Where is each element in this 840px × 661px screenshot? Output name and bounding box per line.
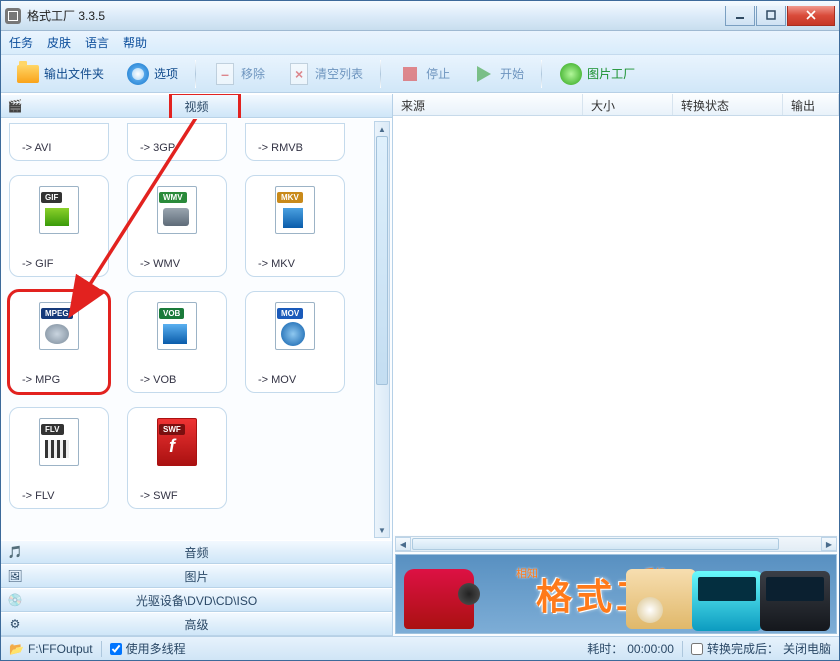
category-stack: 🎵 音频 🖼 图片 💿 光驱设备\DVD\CD\ISO ⚙ 高级 — [1, 540, 392, 636]
app-window: 格式工厂 3.3.5 任务 皮肤 语言 帮助 输出文件夹 选项 – 移除 × 清… — [0, 0, 840, 661]
folder-open-icon: 📂 — [9, 642, 24, 656]
after-done-segment[interactable]: 转换完成后： 关闭电脑 — [683, 637, 839, 660]
camcorder-graphic — [404, 569, 474, 629]
close-button[interactable] — [787, 6, 835, 26]
title-bar[interactable]: 格式工厂 3.3.5 — [1, 1, 839, 31]
stop-button[interactable]: 停止 — [389, 58, 459, 90]
banner-small-text-1: 相知 — [516, 565, 538, 581]
left-panel: 🎬 视频 -> AVI -> 3GP -> RMVB GIF — [1, 94, 393, 636]
clear-list-button[interactable]: × 清空列表 — [278, 58, 372, 90]
output-folder-label: 输出文件夹 — [44, 65, 104, 82]
right-panel: 来源 大小 转换状态 输出 [F2] ◀ ▶ 相知 格式工厂 手机 — [393, 94, 839, 636]
col-source[interactable]: 来源 — [393, 94, 583, 115]
menu-help[interactable]: 帮助 — [123, 34, 147, 51]
audio-icon: 🎵 — [1, 545, 29, 559]
options-label: 选项 — [154, 65, 178, 82]
folder-icon — [16, 62, 40, 86]
category-advanced-tab[interactable]: ⚙ 高级 — [1, 612, 392, 636]
after-done-checkbox[interactable] — [691, 643, 703, 655]
phone-graphic-2 — [760, 571, 830, 631]
category-audio-tab[interactable]: 🎵 音频 — [1, 540, 392, 564]
maximize-button[interactable] — [756, 6, 786, 26]
clear-list-label: 清空列表 — [315, 65, 363, 82]
main-area: 🎬 视频 -> AVI -> 3GP -> RMVB GIF — [1, 93, 839, 636]
picture-factory-label: 图片工厂 — [587, 65, 635, 82]
picture-icon: 🖼 — [1, 569, 29, 583]
menu-language[interactable]: 语言 — [85, 34, 109, 51]
advanced-icon: ⚙ — [1, 617, 29, 631]
mp3-graphic — [626, 569, 696, 629]
elapsed-value: 00:00:00 — [627, 642, 674, 656]
output-folder-button[interactable]: 输出文件夹 — [7, 58, 113, 90]
output-path-segment[interactable]: 📂 F:\FFOutput — [1, 637, 101, 660]
col-output[interactable]: 输出 [F2] — [783, 94, 839, 115]
remove-label: 移除 — [241, 65, 265, 82]
elapsed-label: 耗时： — [587, 640, 623, 657]
scroll-down-arrow[interactable]: ▼ — [375, 523, 389, 537]
category-picture-tab[interactable]: 🖼 图片 — [1, 564, 392, 588]
multithread-label: 使用多线程 — [126, 640, 186, 657]
status-bar: 📂 F:\FFOutput 使用多线程 耗时： 00:00:00 转换完成后： … — [1, 636, 839, 660]
category-advanced-label: 高级 — [29, 616, 392, 633]
play-icon — [472, 62, 496, 86]
start-label: 开始 — [500, 65, 524, 82]
scroll-left-arrow[interactable]: ◀ — [395, 537, 411, 551]
list-header: 来源 大小 转换状态 输出 [F2] — [393, 94, 839, 116]
globe-icon — [559, 62, 583, 86]
phone-graphic-1 — [692, 571, 762, 631]
stop-label: 停止 — [426, 65, 450, 82]
list-body[interactable] — [393, 116, 839, 535]
scroll-right-arrow[interactable]: ▶ — [821, 537, 837, 551]
video-icon: 🎬 — [1, 99, 29, 113]
category-disc-label: 光驱设备\DVD\CD\ISO — [29, 592, 392, 609]
remove-icon: – — [213, 62, 237, 86]
tiles-area: -> AVI -> 3GP -> RMVB GIF -> GIF WMV -> — [1, 118, 392, 540]
start-button[interactable]: 开始 — [463, 58, 533, 90]
window-title: 格式工厂 3.3.5 — [27, 7, 725, 24]
toolbar: 输出文件夹 选项 – 移除 × 清空列表 停止 开始 图片工厂 — [1, 55, 839, 93]
category-video-tab[interactable]: 🎬 视频 — [1, 94, 392, 118]
multithread-checkbox[interactable] — [110, 643, 122, 655]
menu-bar: 任务 皮肤 语言 帮助 — [1, 31, 839, 55]
category-picture-label: 图片 — [29, 568, 392, 585]
menu-skin[interactable]: 皮肤 — [47, 34, 71, 51]
stop-icon — [398, 62, 422, 86]
separator — [380, 60, 381, 88]
window-controls — [725, 6, 835, 26]
horizontal-scrollbar[interactable]: ◀ ▶ — [395, 536, 837, 552]
separator — [541, 60, 542, 88]
elapsed-segment: 耗时： 00:00:00 — [579, 637, 682, 660]
picture-factory-button[interactable]: 图片工厂 — [550, 58, 644, 90]
after-done-label: 转换完成后： — [707, 640, 779, 657]
minimize-button[interactable] — [725, 6, 755, 26]
col-size[interactable]: 大小 — [583, 94, 673, 115]
category-disc-tab[interactable]: 💿 光驱设备\DVD\CD\ISO — [1, 588, 392, 612]
clear-icon: × — [287, 62, 311, 86]
menu-task[interactable]: 任务 — [9, 34, 33, 51]
multithread-segment[interactable]: 使用多线程 — [102, 637, 194, 660]
output-path-text: F:\FFOutput — [28, 642, 93, 656]
banner[interactable]: 相知 格式工厂 手机 — [395, 554, 837, 634]
app-icon — [5, 8, 21, 24]
scroll-thumb[interactable] — [412, 538, 779, 550]
gear-icon — [126, 62, 150, 86]
category-audio-label: 音频 — [29, 544, 392, 561]
after-done-value: 关闭电脑 — [783, 640, 831, 657]
options-button[interactable]: 选项 — [117, 58, 187, 90]
col-status[interactable]: 转换状态 — [673, 94, 783, 115]
annotation-arrow — [1, 119, 392, 519]
disc-icon: 💿 — [1, 593, 29, 607]
remove-button[interactable]: – 移除 — [204, 58, 274, 90]
separator — [195, 60, 196, 88]
